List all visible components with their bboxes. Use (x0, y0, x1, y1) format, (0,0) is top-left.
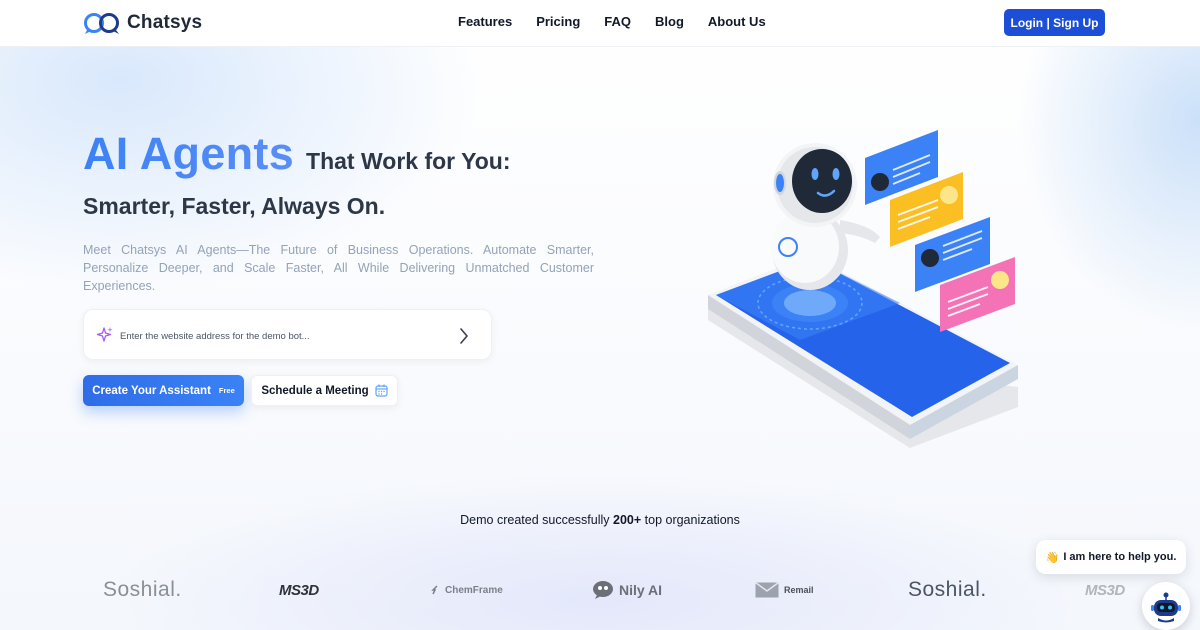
nav-blog[interactable]: Blog (655, 14, 684, 29)
hero-robot-phone-illustration (708, 130, 1018, 448)
hero-subtitle: Smarter, Faster, Always On. (83, 193, 386, 219)
nily-ai-icon (593, 581, 613, 599)
client-logo-soshial-2-text: Soshial. (908, 578, 987, 601)
client-logos-strip: Soshial. MS3D ChemFrame Nily AI Remail S… (0, 572, 1200, 608)
client-logo-remail-text: Remail (784, 585, 814, 595)
social-proof-text: Demo created successfully 200+ top organ… (0, 513, 1200, 527)
free-badge: Free (218, 386, 235, 395)
chat-launcher-button[interactable] (1142, 582, 1190, 630)
client-logo-ms3d-text: MS3D (279, 581, 319, 599)
client-logo-nily-ai: Nily AI (592, 572, 662, 608)
social-proof-suffix: top organizations (644, 513, 740, 527)
social-proof-count: 200+ (613, 513, 642, 527)
wave-emoji-icon: 👋 (1045, 551, 1060, 564)
client-logo-chemframe-text: ChemFrame (445, 584, 503, 596)
hero-title-rest: That Work for You: (306, 148, 511, 174)
client-logo-chemframe: ChemFrame (430, 572, 503, 608)
remail-envelope-icon (755, 582, 779, 598)
login-signup-button[interactable]: Login | Sign Up (1004, 9, 1105, 36)
social-proof-prefix: Demo created successfully (460, 513, 610, 527)
brand-name: Chatsys (127, 12, 203, 33)
demo-url-input[interactable] (120, 326, 450, 346)
client-logo-ms3d-2: MS3D (1085, 572, 1125, 608)
create-assistant-label: Create Your Assistant (92, 384, 211, 397)
client-logo-soshial-text: Soshial. (103, 578, 182, 601)
nav-faq[interactable]: FAQ (604, 14, 631, 29)
chat-greeting-bubble[interactable]: 👋 I am here to help you. (1036, 540, 1186, 574)
chevron-right-icon[interactable] (458, 327, 470, 345)
hero-title: AI Agents That Work for You: (83, 128, 511, 180)
schedule-meeting-label: Schedule a Meeting (261, 384, 369, 397)
create-assistant-button[interactable]: Create Your Assistant Free (83, 375, 244, 406)
chatsys-logo-icon (84, 13, 119, 34)
sparkle-icon (96, 327, 113, 342)
hero-title-highlight: AI Agents (83, 128, 295, 179)
nav-features[interactable]: Features (458, 14, 512, 29)
calendar-icon (375, 384, 388, 397)
hero-description: Meet Chatsys AI Agents—The Future of Bus… (83, 243, 594, 293)
client-logo-soshial: Soshial. (103, 572, 182, 608)
brand-logo[interactable]: Chatsys (83, 10, 202, 36)
schedule-meeting-button[interactable]: Schedule a Meeting (251, 375, 398, 406)
demo-url-search-box (83, 309, 492, 360)
chat-greeting-text: I am here to help you. (1063, 551, 1177, 563)
main-nav: Features Pricing FAQ Blog About Us (458, 14, 766, 29)
client-logo-nily-ai-text: Nily AI (619, 582, 663, 598)
chemframe-icon (431, 585, 438, 595)
client-logo-ms3d: MS3D (279, 572, 319, 608)
site-header: Chatsys Features Pricing FAQ Blog About … (0, 0, 1200, 47)
client-logo-ms3d-2-text: MS3D (1085, 581, 1125, 599)
client-logo-soshial-2: Soshial. (908, 572, 987, 608)
client-logo-remail: Remail (755, 572, 814, 608)
robot-icon (1151, 592, 1181, 623)
nav-pricing[interactable]: Pricing (536, 14, 580, 29)
nav-about-us[interactable]: About Us (708, 14, 766, 29)
